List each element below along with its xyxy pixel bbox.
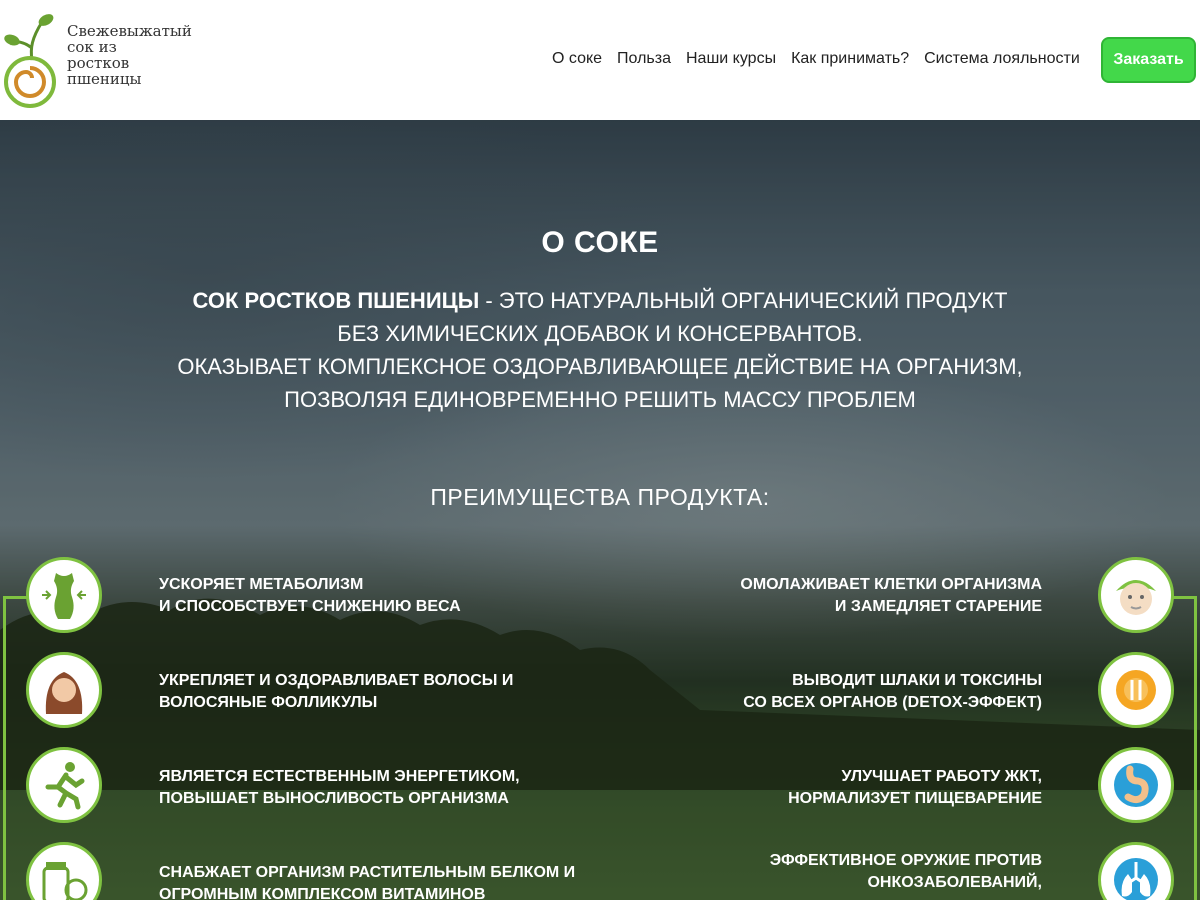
description-text: ПОЗВОЛЯЯ ЕДИНОВРЕМЕННО РЕШИТЬ МАССУ ПРОБ… [284,387,916,412]
benefit-line: ОНКОЗАБОЛЕВАНИЙ, [867,874,1042,891]
description-text: - ЭТО НАТУРАЛЬНЫЙ ОРГАНИЧЕСКИЙ ПРОДУКТ [479,288,1008,313]
benefit-protein: СНАБЖАЕТ ОРГАНИЗМ РАСТИТЕЛЬНЫМ БЕЛКОМ И … [159,862,619,900]
nav-link-how-to-take[interactable]: Как принимать? [791,50,909,68]
benefit-line: УЛУЧШАЕТ РАБОТУ ЖКТ, [841,768,1042,785]
benefit-line: НОРМАЛИЗУЕТ ПИЩЕВАРЕНИЕ [788,790,1042,807]
benefit-oncology: ЭФФЕКТИВНОЕ ОРУЖИЕ ПРОТИВ ОНКОЗАБОЛЕВАНИ… [580,850,1042,894]
benefit-digestion: УЛУЧШАЕТ РАБОТУ ЖКТ, НОРМАЛИЗУЕТ ПИЩЕВАР… [580,766,1042,810]
benefit-energy: ЯВЛЯЕТСЯ ЕСТЕСТВЕННЫМ ЭНЕРГЕТИКОМ, ПОВЫШ… [159,766,619,810]
benefit-line: ВОЛОСЯНЫЕ ФОЛЛИКУЛЫ [159,694,378,711]
plate-cutlery-icon [1098,652,1174,728]
order-button[interactable]: Заказать [1101,37,1196,83]
benefit-line: ОГРОМНЫМ КОМПЛЕКСОМ ВИТАМИНОВ [159,886,486,900]
benefit-line: ВЫВОДИТ ШЛАКИ И ТОКСИНЫ [792,672,1042,689]
description-text: БЕЗ ХИМИЧЕСКИХ ДОБАВОК И КОНСЕРВАНТОВ. [337,321,863,346]
benefit-line: ПОВЫШАЕТ ВЫНОСЛИВОСТЬ ОРГАНИЗМА [159,790,509,807]
nav-link-loyalty[interactable]: Система лояльности [924,50,1080,68]
nav-link-about[interactable]: О соке [552,50,602,68]
right-bracket-line [1167,596,1197,900]
section-title: О СОКЕ [541,226,659,259]
benefit-line: УСКОРЯЕТ МЕТАБОЛИЗМ [159,576,364,593]
woman-hair-icon [26,652,102,728]
brand-line: ростков [67,54,130,72]
benefit-line: УКРЕПЛЯЕТ И ОЗДОРАВЛИВАЕТ ВОЛОСЫ И [159,672,514,689]
benefit-line: СНАБЖАЕТ ОРГАНИЗМ РАСТИТЕЛЬНЫМ БЕЛКОМ И [159,864,576,881]
benefit-line: ЭФФЕКТИВНОЕ ОРУЖИЕ ПРОТИВ [769,852,1042,869]
nav-link-courses[interactable]: Наши курсы [686,50,776,68]
face-mask-icon [1098,557,1174,633]
brand-line: сок из [67,38,117,56]
benefit-metabolism: УСКОРЯЕТ МЕТАБОЛИЗМ И СПОСОБСТВУЕТ СНИЖЕ… [159,574,619,618]
description-text: ОКАЗЫВАЕТ КОМПЛЕКСНОЕ ОЗДОРАВЛИВАЮЩЕЕ ДЕ… [177,354,1023,379]
brand-name: Свежевыжатый сок из ростков пшеницы [67,23,207,87]
left-bracket-line [3,596,33,900]
benefit-line: СО ВСЕХ ОРГАНОВ (DETOX-ЭФФЕКТ) [743,694,1042,711]
site-header: Свежевыжатый сок из ростков пшеницы О со… [0,0,1200,120]
lungs-icon [1098,842,1174,900]
sprout-logo-icon[interactable] [2,8,60,112]
body-figure-icon [26,557,102,633]
brand-line: Свежевыжатый [67,22,192,40]
about-section: О СОКЕ СОК РОСТКОВ ПШЕНИЦЫ - ЭТО НАТУРАЛ… [0,120,1200,900]
benefit-line: ОМОЛАЖИВАЕТ КЛЕТКИ ОРГАНИЗМА [740,576,1042,593]
benefit-line: И ЗАМЕДЛЯЕТ СТАРЕНИЕ [834,598,1042,615]
product-description: СОК РОСТКОВ ПШЕНИЦЫ - ЭТО НАТУРАЛЬНЫЙ ОР… [100,284,1100,416]
stomach-icon [1098,747,1174,823]
running-man-icon [26,747,102,823]
product-name: СОК РОСТКОВ ПШЕНИЦЫ [192,288,480,313]
nav-link-benefits[interactable]: Польза [617,50,671,68]
advantages-title: ПРЕИМУЩЕСТВА ПРОДУКТА: [430,484,770,510]
brand-line: пшеницы [67,70,142,88]
main-nav: О соке Польза Наши курсы Как принимать? … [552,50,1080,68]
benefit-detox: ВЫВОДИТ ШЛАКИ И ТОКСИНЫ СО ВСЕХ ОРГАНОВ … [580,670,1042,714]
benefit-rejuvenation: ОМОЛАЖИВАЕТ КЛЕТКИ ОРГАНИЗМА И ЗАМЕДЛЯЕТ… [580,574,1042,618]
benefit-hair: УКРЕПЛЯЕТ И ОЗДОРАВЛИВАЕТ ВОЛОСЫ И ВОЛОС… [159,670,619,714]
benefit-line: ЯВЛЯЕТСЯ ЕСТЕСТВЕННЫМ ЭНЕРГЕТИКОМ, [159,768,520,785]
vitamins-icon [26,842,102,900]
benefit-line: И СПОСОБСТВУЕТ СНИЖЕНИЮ ВЕСА [159,598,461,615]
